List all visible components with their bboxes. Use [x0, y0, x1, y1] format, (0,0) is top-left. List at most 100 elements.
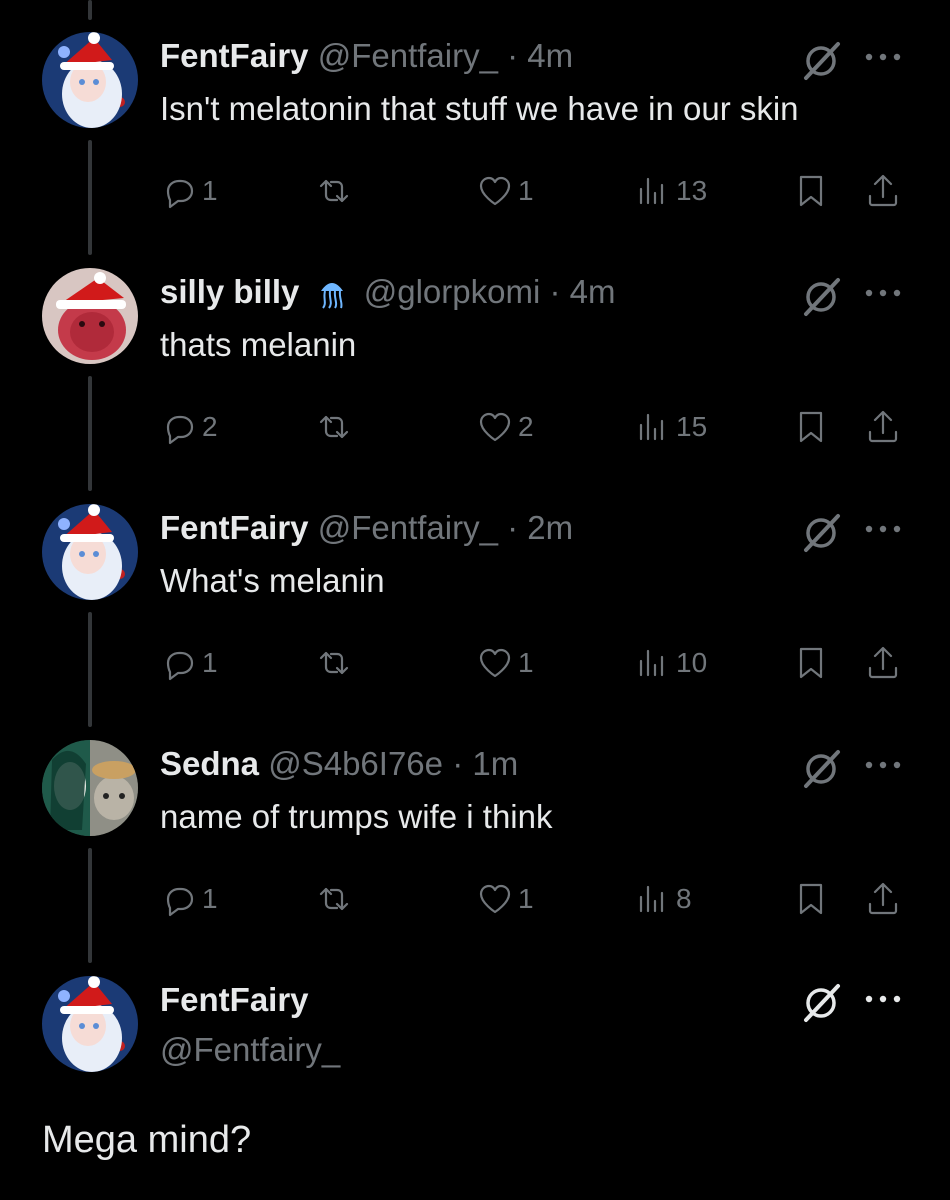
bookmark-icon: [799, 411, 823, 443]
tweet-text: name of trumps wife i think: [160, 798, 553, 835]
tweet-text: Mega mind?: [42, 1119, 252, 1161]
avatar-image: [42, 976, 138, 1072]
like-button[interactable]: 1: [476, 642, 534, 684]
tweet-header: FentFairy @Fentfairy_ · 2m: [160, 508, 573, 548]
author-name[interactable]: silly billy: [160, 273, 299, 310]
views-button[interactable]: 10: [634, 642, 707, 684]
more-options-icon[interactable]: [862, 50, 904, 64]
heart-icon: [479, 412, 511, 442]
more-options-icon[interactable]: [862, 286, 904, 300]
tweet-header: silly billy @glorpkomi · 4m: [160, 272, 616, 312]
action-bar: 1 1 13: [160, 170, 920, 212]
author-handle[interactable]: @Fentfairy_: [318, 509, 498, 546]
avatar-image: [42, 268, 138, 364]
avatar[interactable]: [42, 504, 138, 600]
reply-count: 2: [202, 411, 218, 442]
share-icon: [868, 882, 898, 915]
author-handle[interactable]: @Fentfairy_: [160, 1030, 340, 1070]
tweet-header: FentFairy @Fentfairy_ · 4m: [160, 36, 573, 76]
reply-count: 1: [202, 883, 218, 914]
views-icon: [639, 177, 664, 205]
retweet-icon: [319, 415, 349, 439]
avatar-image: [42, 32, 138, 128]
tweet-text: thats melanin: [160, 326, 357, 363]
heart-icon: [479, 884, 511, 914]
separator: ·: [549, 273, 561, 310]
bookmark-button[interactable]: [792, 878, 830, 920]
avatar-image: [42, 504, 138, 600]
share-button[interactable]: [864, 642, 902, 684]
reply-button[interactable]: 2: [160, 406, 218, 448]
views-button[interactable]: 13: [634, 170, 707, 212]
heart-icon: [479, 648, 511, 678]
tweet-text: Isn't melatonin that stuff we have in ou…: [160, 90, 799, 127]
author-handle[interactable]: @Fentfairy_: [318, 37, 498, 74]
share-icon: [868, 174, 898, 207]
retweet-button[interactable]: [315, 642, 353, 684]
grok-icon[interactable]: [800, 512, 842, 554]
action-bar: 2 2 15: [160, 406, 920, 448]
reply-tweet[interactable]: silly billy @glorpkomi · 4m thats melani…: [0, 236, 950, 472]
retweet-icon: [319, 651, 349, 675]
reply-icon: [166, 651, 194, 681]
view-count: 8: [676, 883, 692, 914]
share-button[interactable]: [864, 170, 902, 212]
main-tweet: FentFairy @Fentfairy_ Mega mind?: [0, 944, 950, 1180]
author-name[interactable]: FentFairy: [160, 37, 309, 74]
avatar[interactable]: [42, 740, 138, 836]
like-button[interactable]: 2: [476, 406, 534, 448]
more-options-icon[interactable]: [862, 758, 904, 772]
share-icon: [868, 410, 898, 443]
reply-button[interactable]: 1: [160, 170, 218, 212]
reply-tweet[interactable]: FentFairy @Fentfairy_ · 2m What's melani…: [0, 472, 950, 708]
share-button[interactable]: [864, 878, 902, 920]
author-name[interactable]: Sedna: [160, 745, 259, 782]
views-button[interactable]: 15: [634, 406, 707, 448]
reply-count: 1: [202, 175, 218, 206]
timestamp[interactable]: 4m: [570, 273, 616, 310]
views-icon: [639, 413, 664, 441]
retweet-button[interactable]: [315, 406, 353, 448]
reply-tweet[interactable]: FentFairy @Fentfairy_ · 4m Isn't melaton…: [0, 0, 950, 236]
avatar-image: [42, 740, 138, 836]
like-button[interactable]: 1: [476, 170, 534, 212]
views-icon: [639, 649, 664, 677]
reply-tweet[interactable]: Sedna @S4b6I76e · 1m name of trumps wife…: [0, 708, 950, 944]
author-handle[interactable]: @glorpkomi: [364, 273, 541, 310]
tweet-header: Sedna @S4b6I76e · 1m: [160, 744, 518, 784]
bookmark-button[interactable]: [792, 170, 830, 212]
avatar[interactable]: [42, 976, 138, 1072]
reply-icon: [166, 887, 194, 917]
bookmark-icon: [799, 175, 823, 207]
author-name[interactable]: FentFairy: [160, 980, 309, 1020]
more-options-icon[interactable]: [862, 992, 904, 1006]
reply-icon: [166, 415, 194, 445]
share-button[interactable]: [864, 406, 902, 448]
like-count: 1: [518, 883, 534, 914]
timestamp[interactable]: 1m: [472, 745, 518, 782]
like-button[interactable]: 1: [476, 878, 534, 920]
grok-icon[interactable]: [800, 40, 842, 82]
views-button[interactable]: 8: [634, 878, 692, 920]
timestamp[interactable]: 4m: [527, 37, 573, 74]
timestamp[interactable]: 2m: [527, 509, 573, 546]
tweet-text: What's melanin: [160, 562, 385, 599]
author-name[interactable]: FentFairy: [160, 509, 309, 546]
grok-icon[interactable]: [800, 748, 842, 790]
bookmark-button[interactable]: [792, 642, 830, 684]
avatar[interactable]: [42, 32, 138, 128]
like-count: 2: [518, 411, 534, 442]
grok-icon[interactable]: [800, 982, 842, 1024]
bookmark-button[interactable]: [792, 406, 830, 448]
retweet-button[interactable]: [315, 878, 353, 920]
grok-icon[interactable]: [800, 276, 842, 318]
reply-button[interactable]: 1: [160, 878, 218, 920]
author-handle[interactable]: @S4b6I76e: [268, 745, 443, 782]
like-count: 1: [518, 647, 534, 678]
more-options-icon[interactable]: [862, 522, 904, 536]
avatar[interactable]: [42, 268, 138, 364]
views-icon: [639, 885, 664, 913]
retweet-button[interactable]: [315, 170, 353, 212]
jellyfish-emoji-icon: [320, 283, 343, 309]
reply-button[interactable]: 1: [160, 642, 218, 684]
